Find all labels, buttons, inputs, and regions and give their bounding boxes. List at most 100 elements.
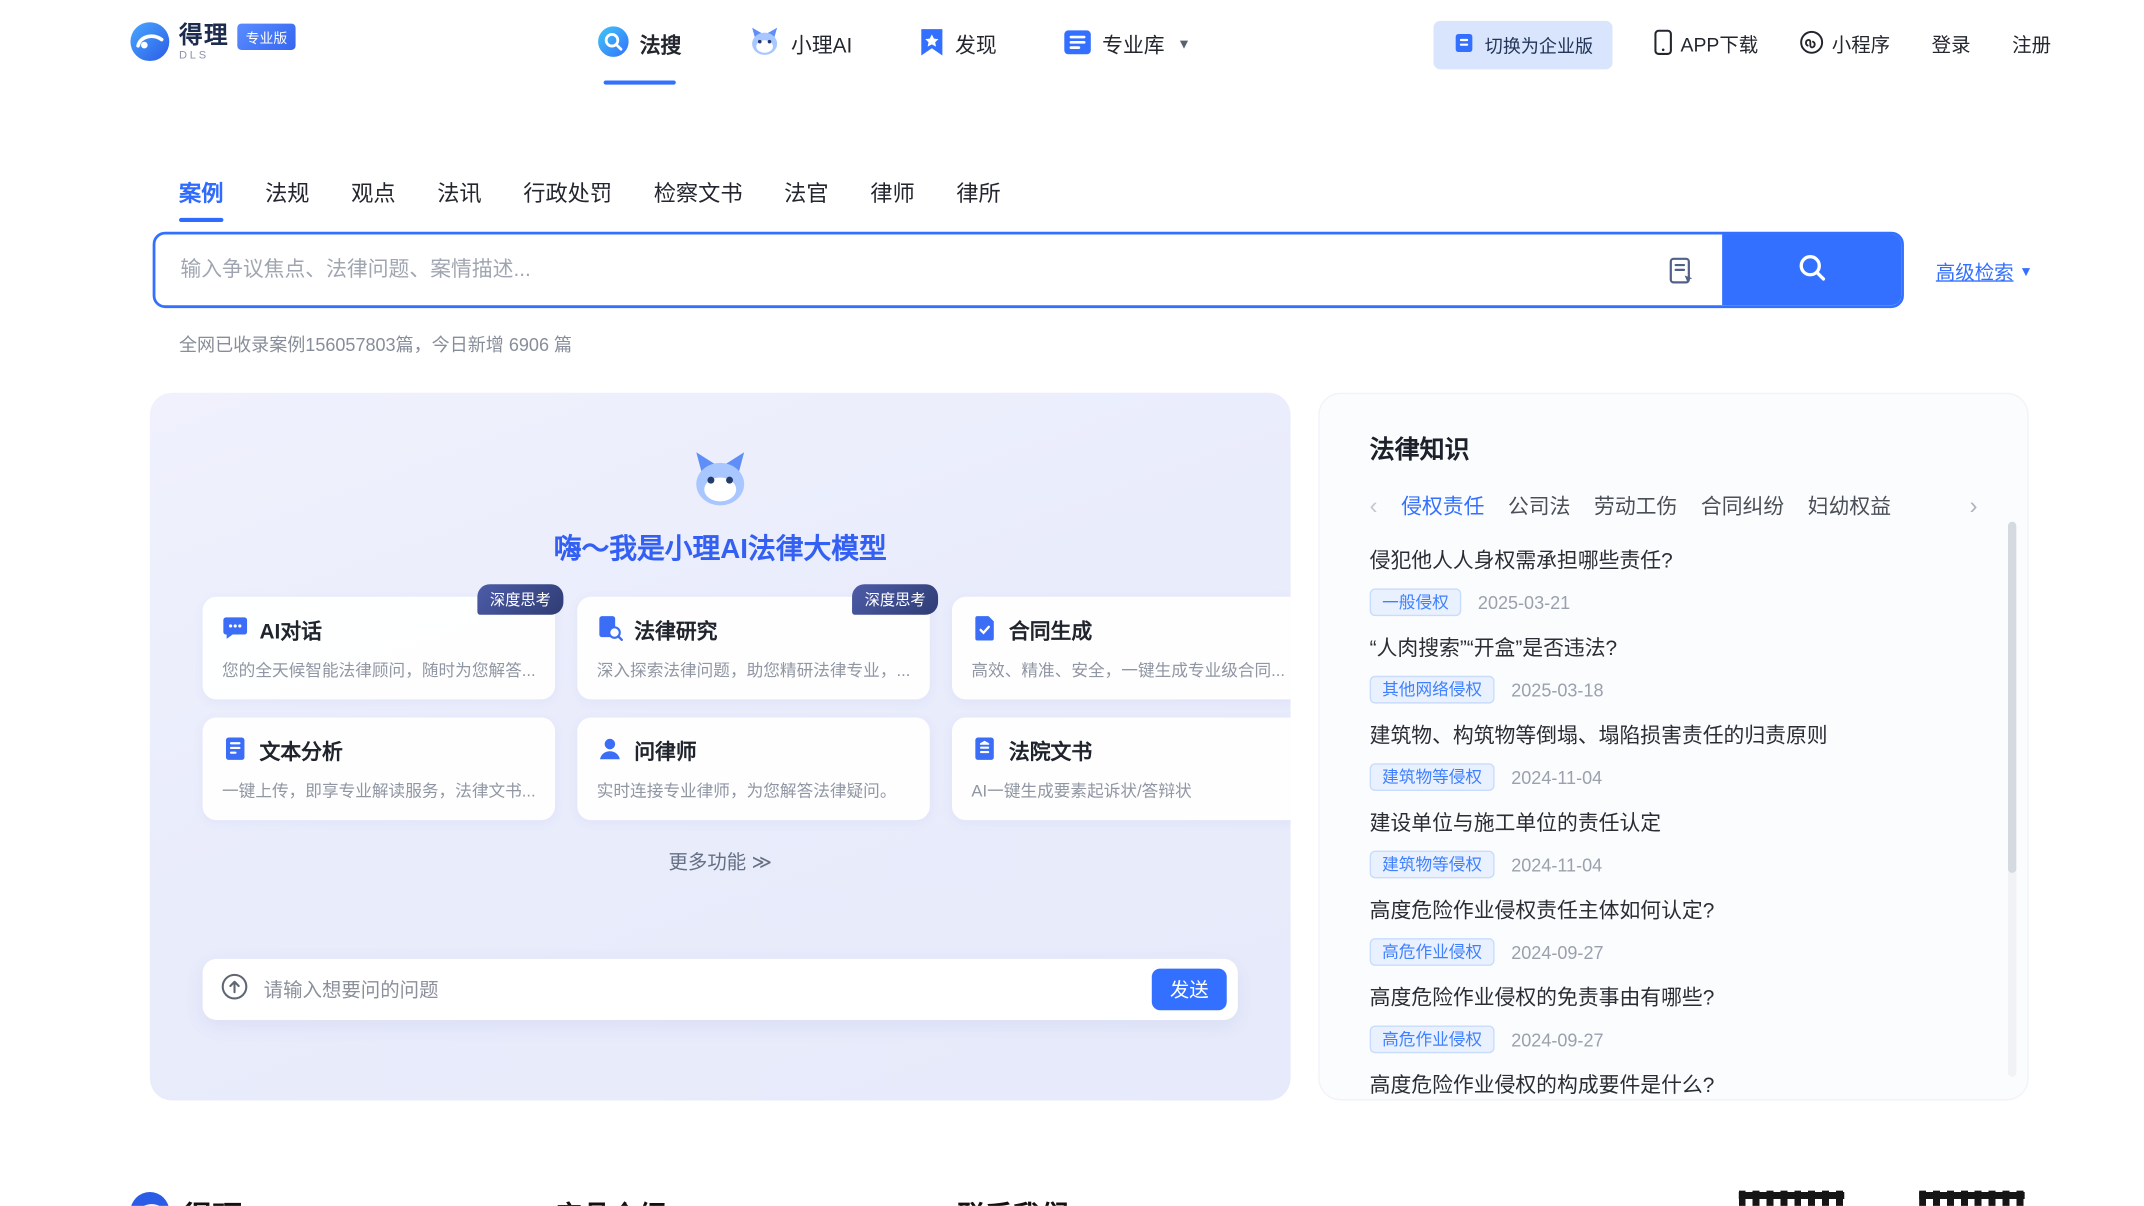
knowledge-item: 侵犯他人人身权需承担哪些责任? 一般侵权 2025-03-21 <box>1370 548 1978 617</box>
footer-logo: 得理 <box>129 1191 243 1206</box>
switch-enterprise-button[interactable]: 切换为企业版 <box>1433 20 1612 69</box>
nav-item-pro-library[interactable]: 专业库 ▼ <box>1063 0 1191 89</box>
tab-viewpoints[interactable]: 观点 <box>351 175 395 222</box>
knowledge-question[interactable]: 侵犯他人人身权需承担哪些责任? <box>1370 548 1978 576</box>
court-doc-icon <box>971 735 997 767</box>
login-link[interactable]: 登录 <box>1932 31 1971 59</box>
knowledge-question[interactable]: 建筑物、构筑物等倒塌、塌陷损害责任的归责原则 <box>1370 723 1978 751</box>
feature-card-legal-research[interactable]: 深度思考 法律研究 深入探索法律问题，助您精研法律专业，... <box>577 597 929 700</box>
knowledge-item: 高度危险作业侵权的免责事由有哪些? 高危作业侵权 2024-09-27 <box>1370 985 1978 1054</box>
tab-procuratorate-docs[interactable]: 检察文书 <box>654 175 743 222</box>
advanced-search-link[interactable]: 高级检索 ▼ <box>1936 258 2033 286</box>
qr-code <box>1739 1191 1844 1206</box>
knowledge-question[interactable]: 高度危险作业侵权的构成要件是什么? <box>1370 1073 1978 1101</box>
chat-icon <box>222 615 248 647</box>
knowledge-question[interactable]: 高度危险作业侵权的免责事由有哪些? <box>1370 985 1978 1013</box>
legal-search-icon <box>597 25 630 64</box>
knowledge-item: 高度危险作业侵权责任主体如何认定? 高危作业侵权 2024-09-27 <box>1370 898 1978 967</box>
nav-item-xiaoli-ai[interactable]: 小理AI <box>748 0 852 89</box>
knowledge-question[interactable]: “人肉搜索”“开盒”是否违法? <box>1370 636 1978 664</box>
tab-legal-news[interactable]: 法讯 <box>437 175 481 222</box>
kn-tab-company-law[interactable]: 公司法 <box>1508 491 1570 520</box>
text-doc-icon <box>222 735 248 767</box>
knowledge-question[interactable]: 高度危险作业侵权责任主体如何认定? <box>1370 898 1978 926</box>
knowledge-list: 侵犯他人人身权需承担哪些责任? 一般侵权 2025-03-21 “人肉搜索”“开… <box>1370 548 1978 1100</box>
kn-tab-women-children[interactable]: 妇幼权益 <box>1808 491 1891 520</box>
chevron-left-icon[interactable]: ‹ <box>1370 494 1378 518</box>
mascot-icon <box>748 25 781 64</box>
tab-judges[interactable]: 法官 <box>784 175 828 222</box>
item-date: 2024-11-04 <box>1511 854 1602 875</box>
page-footer: 得理 产品介绍 联系我们 <box>0 1191 2144 1206</box>
ask-question-input[interactable] <box>261 977 1152 1002</box>
category-tag: 其他网络侵权 <box>1370 676 1495 704</box>
category-tag: 建筑物等侵权 <box>1370 763 1495 791</box>
send-button[interactable]: 发送 <box>1152 969 1227 1011</box>
nav-item-discover[interactable]: 发现 <box>919 0 997 89</box>
chevron-right-icon[interactable]: › <box>1970 494 1978 518</box>
tab-law-firms[interactable]: 律所 <box>956 175 1000 222</box>
mini-program-link[interactable]: 小程序 <box>1800 31 1890 59</box>
switch-enterprise-label: 切换为企业版 <box>1485 31 1593 57</box>
feature-grid: 深度思考 AI对话 您的全天候智能法律顾问，随时为您解答... 深度思考 <box>203 597 1238 820</box>
app-download-label: APP下载 <box>1680 31 1758 59</box>
app-download-link[interactable]: APP下载 <box>1654 29 1758 60</box>
tab-lawyers[interactable]: 律师 <box>870 175 914 222</box>
tab-admin-penalty[interactable]: 行政处罚 <box>523 175 612 222</box>
feature-card-text-analysis[interactable]: 文本分析 一键上传，即享专业解读服务，法律文书... <box>203 717 555 820</box>
kn-tab-contract[interactable]: 合同纠纷 <box>1701 491 1784 520</box>
kn-tab-labor[interactable]: 劳动工伤 <box>1594 491 1677 520</box>
feature-title: 合同生成 <box>1009 616 1092 645</box>
legal-knowledge-panel: 法律知识 ‹ 侵权责任 公司法 劳动工伤 合同纠纷 妇幼权益 › 侵犯他人人身权… <box>1318 393 2029 1101</box>
brand-logo[interactable]: 得理 DLS 专业版 <box>129 20 296 69</box>
nav-item-fasou[interactable]: 法搜 <box>597 0 682 89</box>
search-bar <box>153 232 1904 308</box>
feature-desc: 实时连接专业律师，为您解答法律疑问。 <box>597 778 911 802</box>
ask-question-bar: 发送 <box>203 959 1238 1020</box>
knowledge-title: 法律知识 <box>1370 430 1978 466</box>
item-date: 2024-09-27 <box>1511 942 1603 963</box>
content-panels: 嗨～我是小理AI法律大模型 深度思考 AI对话 您的全天候智能法律顾问，随时为您… <box>150 393 2029 1101</box>
feature-card-ai-chat[interactable]: 深度思考 AI对话 您的全天候智能法律顾问，随时为您解答... <box>203 597 555 700</box>
doc-recognize-icon[interactable] <box>1642 235 1722 306</box>
search-button[interactable] <box>1722 235 1901 306</box>
brand-logo-icon <box>129 20 171 69</box>
category-tag: 高危作业侵权 <box>1370 938 1495 966</box>
main-nav: 法搜 小理AI 发现 专业库 ▼ <box>597 0 1191 89</box>
scrollbar-track[interactable] <box>2008 522 2016 1077</box>
scrollbar-thumb[interactable] <box>2008 522 2016 873</box>
contract-icon <box>971 615 997 647</box>
feature-desc: 一键上传，即享专业解读服务，法律文书... <box>222 778 536 802</box>
footer-column-heading: 产品介绍 <box>555 1193 666 1206</box>
feature-desc: 您的全天候智能法律顾问，随时为您解答... <box>222 658 536 682</box>
item-date: 2024-11-04 <box>1511 767 1602 788</box>
enterprise-doc-icon <box>1453 31 1475 57</box>
library-icon <box>1063 27 1092 62</box>
upload-icon[interactable] <box>221 972 249 1007</box>
tab-cases[interactable]: 案例 <box>179 175 223 222</box>
tab-regulations[interactable]: 法规 <box>265 175 309 222</box>
category-tag: 一般侵权 <box>1370 588 1462 616</box>
feature-title: AI对话 <box>259 616 321 645</box>
page: 得理 DLS 专业版 法搜 小理AI 发现 <box>0 0 2144 1206</box>
register-label: 注册 <box>2012 31 2051 59</box>
bookmark-star-icon <box>919 27 945 62</box>
feature-title: 法院文书 <box>1009 737 1092 766</box>
kn-tab-tort[interactable]: 侵权责任 <box>1401 491 1484 520</box>
search-input[interactable] <box>155 235 1641 306</box>
category-tag: 高危作业侵权 <box>1370 1026 1495 1054</box>
feature-card-court-docs[interactable]: 法院文书 AI一键生成要素起诉状/答辩状 <box>952 717 1291 820</box>
feature-card-contract-gen[interactable]: 合同生成 高效、精准、安全，一键生成专业级合同... <box>952 597 1291 700</box>
nav-label: 发现 <box>955 30 997 59</box>
pro-edition-badge: 专业版 <box>237 23 295 49</box>
knowledge-item: 高度危险作业侵权的构成要件是什么? <box>1370 1073 1978 1101</box>
item-date: 2024-09-27 <box>1511 1029 1603 1050</box>
research-icon <box>597 615 623 647</box>
brand-name: 得理 <box>179 23 229 47</box>
feature-card-ask-lawyer[interactable]: 问律师 实时连接专业律师，为您解答法律疑问。 <box>577 717 929 820</box>
register-link[interactable]: 注册 <box>2012 31 2051 59</box>
knowledge-question[interactable]: 建设单位与施工单位的责任认定 <box>1370 810 1978 838</box>
chevron-down-icon: ▼ <box>1177 37 1191 52</box>
more-features-link[interactable]: 更多功能 ≫ <box>150 848 1291 876</box>
feature-title: 文本分析 <box>259 737 342 766</box>
